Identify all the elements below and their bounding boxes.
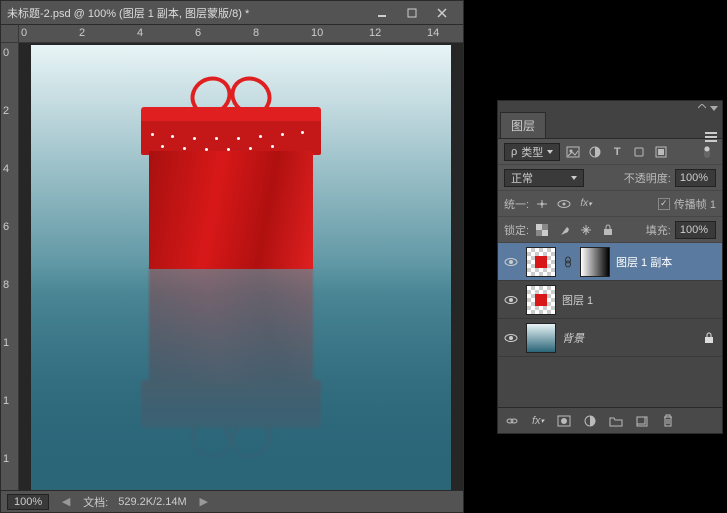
window-close-button[interactable] — [427, 3, 457, 23]
ruler-vertical[interactable]: 0 2 4 6 8 1 1 1 — [1, 43, 19, 490]
new-group-button[interactable] — [606, 411, 626, 431]
gift-box-graphic — [141, 71, 321, 266]
unify-position-icon[interactable] — [533, 195, 551, 213]
link-layers-button[interactable] — [502, 411, 522, 431]
filter-smart-icon[interactable] — [652, 143, 670, 161]
fill-field[interactable]: 100% — [675, 221, 716, 239]
status-flyout-icon[interactable]: ▶ — [197, 495, 211, 509]
scroll-left-icon[interactable]: ◀ — [59, 495, 73, 509]
ruler-horizontal[interactable]: 0 2 4 6 8 10 12 14 — [1, 25, 463, 43]
propagate-label: 传播帧 1 — [674, 196, 716, 212]
filter-adjust-icon[interactable] — [586, 143, 604, 161]
layer-row[interactable]: 图层 1 — [498, 281, 722, 319]
document-statusbar: 100% ◀ 文档: 529.2K/2.14M ▶ — [1, 490, 463, 512]
layer-thumbnail[interactable] — [526, 285, 556, 315]
lock-transparency-icon[interactable] — [533, 221, 551, 239]
zoom-field[interactable]: 100% — [7, 494, 49, 510]
panel-footer: fx▾ — [498, 407, 722, 433]
layer-name[interactable]: 背景 — [562, 330, 698, 346]
window-minimize-button[interactable] — [367, 3, 397, 23]
unify-visibility-icon[interactable] — [555, 195, 573, 213]
filter-kind-select[interactable]: ρ类型 — [504, 143, 560, 161]
unify-label: 统一: — [504, 196, 529, 212]
status-doc-label: 文档: — [83, 494, 108, 510]
propagate-checkbox[interactable]: ✓ — [658, 198, 670, 210]
tab-layers[interactable]: 图层 — [500, 112, 546, 138]
blend-mode-select[interactable]: 正常 — [504, 169, 584, 187]
filter-text-icon[interactable]: T — [608, 143, 626, 161]
lock-label: 锁定: — [504, 222, 529, 238]
layer-list-empty[interactable] — [498, 357, 722, 407]
canvas[interactable] — [31, 45, 451, 490]
layer-thumbnail[interactable] — [526, 247, 556, 277]
opacity-field[interactable]: 100% — [675, 169, 716, 187]
new-adjustment-button[interactable] — [580, 411, 600, 431]
lock-icon — [704, 332, 718, 344]
fill-label: 填充: — [646, 222, 671, 238]
hamburger-icon — [705, 136, 717, 138]
unify-row: 统一: fx▾ ✓ 传播帧 1 — [498, 191, 722, 217]
layers-panel: 图层 ρ类型 T 正常 不透明度: 100% 统一: fx▾ ✓ 传播帧 1 锁… — [497, 100, 723, 434]
ruler-corner — [1, 25, 19, 42]
delete-layer-button[interactable] — [658, 411, 678, 431]
panel-menu-button[interactable] — [700, 136, 722, 138]
visibility-toggle[interactable] — [502, 253, 520, 271]
status-doc-value: 529.2K/2.14M — [118, 496, 187, 508]
window-maximize-button[interactable] — [397, 3, 427, 23]
blend-opacity-row: 正常 不透明度: 100% — [498, 165, 722, 191]
add-mask-button[interactable] — [554, 411, 574, 431]
panel-collapse-icon — [698, 104, 706, 112]
document-title: 未标题-2.psd @ 100% (图层 1 副本, 图层蒙版/8) * — [7, 5, 367, 21]
panel-tabs: 图层 — [498, 115, 722, 139]
document-titlebar[interactable]: 未标题-2.psd @ 100% (图层 1 副本, 图层蒙版/8) * — [1, 1, 463, 25]
layer-fx-button[interactable]: fx▾ — [528, 411, 548, 431]
layer-filter-row: ρ类型 T — [498, 139, 722, 165]
layer-row[interactable]: 背景 — [498, 319, 722, 357]
document-window: 未标题-2.psd @ 100% (图层 1 副本, 图层蒙版/8) * 0 2… — [0, 0, 464, 513]
lock-position-icon[interactable] — [577, 221, 595, 239]
filter-shape-icon[interactable] — [630, 143, 648, 161]
mask-thumbnail[interactable] — [580, 247, 610, 277]
lock-pixels-icon[interactable] — [555, 221, 573, 239]
filter-toggle-switch[interactable] — [698, 143, 716, 161]
layer-name[interactable]: 图层 1 — [562, 292, 718, 308]
canvas-area[interactable] — [19, 43, 463, 490]
lock-all-icon[interactable] — [599, 221, 617, 239]
layer-name[interactable]: 图层 1 副本 — [616, 254, 718, 270]
visibility-toggle[interactable] — [502, 329, 520, 347]
lock-fill-row: 锁定: 填充: 100% — [498, 217, 722, 243]
unify-style-icon[interactable]: fx▾ — [577, 195, 595, 213]
ruler-h-scale: 0 2 4 6 8 10 12 14 — [19, 25, 463, 42]
layer-row[interactable]: 图层 1 副本 — [498, 243, 722, 281]
opacity-label: 不透明度: — [624, 170, 671, 186]
visibility-toggle[interactable] — [502, 291, 520, 309]
mask-link-icon[interactable] — [562, 256, 574, 268]
layer-thumbnail[interactable] — [526, 323, 556, 353]
filter-pixel-icon[interactable] — [564, 143, 582, 161]
layer-list: 图层 1 副本 图层 1 背景 — [498, 243, 722, 407]
new-layer-button[interactable] — [632, 411, 652, 431]
